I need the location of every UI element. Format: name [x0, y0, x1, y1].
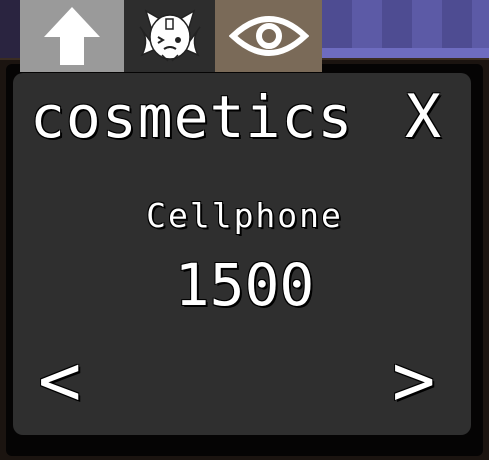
previous-button[interactable]: <: [38, 340, 81, 420]
tab-upload[interactable]: [20, 0, 124, 72]
panel-title: cosmetics: [30, 83, 354, 151]
background-scene-left: [0, 0, 20, 60]
cat-mask-icon: [138, 9, 201, 62]
item-price: 1500: [174, 251, 315, 319]
eye-icon: [228, 16, 309, 56]
item-name: Cellphone: [146, 196, 343, 235]
up-arrow-icon: [44, 7, 100, 65]
background-scene-right: [322, 0, 489, 58]
tab-cosmetics[interactable]: [124, 0, 215, 72]
close-button[interactable]: X: [405, 82, 441, 152]
next-button[interactable]: >: [392, 340, 435, 420]
tab-view[interactable]: [215, 0, 322, 72]
